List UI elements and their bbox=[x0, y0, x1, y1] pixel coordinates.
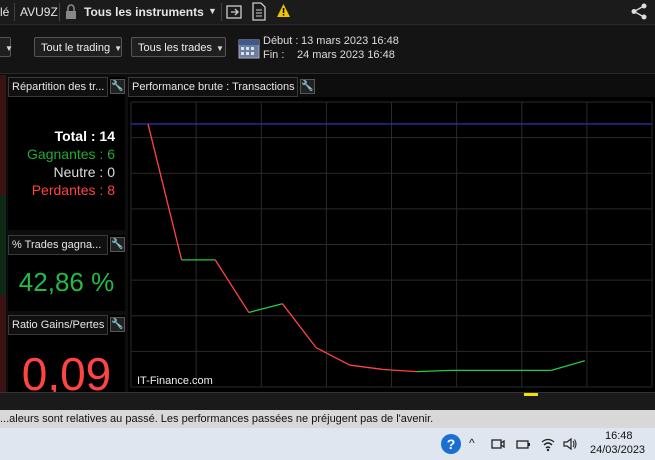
separator bbox=[14, 3, 15, 21]
collapsed-dropdown[interactable]: ▼ bbox=[0, 37, 13, 57]
loss-indicator bbox=[0, 75, 6, 195]
volume-icon[interactable] bbox=[562, 436, 578, 452]
trading-filter-dropdown[interactable]: Tout le trading ▼ bbox=[34, 37, 122, 57]
chevron-down-icon: ▼ bbox=[5, 44, 13, 53]
series-segment bbox=[214, 259, 250, 313]
total-trades: Total : 14 bbox=[54, 128, 115, 144]
top-toolbar: lé AVU9Z Tous les instruments ▼ bbox=[0, 0, 655, 25]
series-segment bbox=[349, 364, 384, 371]
chevron-down-icon: ▼ bbox=[215, 44, 224, 53]
separator bbox=[221, 3, 222, 21]
lock-icon[interactable] bbox=[65, 3, 77, 21]
series-segment bbox=[281, 303, 317, 348]
chevron-up-icon[interactable]: ^ bbox=[469, 436, 475, 450]
wrench-icon[interactable]: 🔧 bbox=[300, 79, 315, 94]
series-segment bbox=[416, 369, 451, 373]
svg-text:?: ? bbox=[447, 436, 456, 452]
end-date-value[interactable]: 24 mars 2023 16:48 bbox=[297, 49, 395, 61]
export-icon[interactable] bbox=[226, 3, 244, 20]
disclaimer-bar: ...aleurs sont relatives au passé. Les p… bbox=[0, 410, 655, 428]
panel-title: Ratio Gains/Pertes bbox=[8, 315, 108, 335]
loss-indicator bbox=[0, 295, 6, 392]
trades-filter-label: Tous les trades bbox=[138, 42, 212, 54]
share-icon[interactable] bbox=[630, 3, 648, 20]
warning-icon[interactable] bbox=[276, 3, 291, 18]
losing-trades: Perdantes : 8 bbox=[31, 182, 115, 198]
meet-now-icon[interactable] bbox=[490, 436, 506, 452]
help-icon[interactable]: ? bbox=[440, 433, 462, 455]
windows-taskbar: ? ^ 16:48 24/03/2023 bbox=[0, 428, 655, 460]
win-rate-value: 42,86 % bbox=[18, 267, 115, 297]
gain-indicator bbox=[0, 195, 6, 295]
performance-chart-svg bbox=[130, 101, 653, 388]
series-segment bbox=[383, 368, 417, 373]
win-rate-panel: % Trades gagna... 🔧 42,86 % bbox=[8, 235, 125, 311]
start-date-label: Début : bbox=[263, 35, 299, 47]
account-label[interactable]: AVU9Z bbox=[20, 5, 58, 19]
clock-time[interactable]: 16:48 bbox=[605, 430, 633, 442]
series-segment bbox=[147, 123, 183, 261]
ratio-value: 0,09 bbox=[21, 348, 112, 392]
performance-chart: IT-Finance.com bbox=[128, 97, 655, 392]
panel-title: % Trades gagna... bbox=[8, 235, 108, 255]
scroll-marker[interactable] bbox=[524, 393, 538, 396]
status-strip bbox=[0, 392, 655, 411]
disclaimer-text: ...aleurs sont relatives au passé. Les p… bbox=[0, 413, 434, 425]
account-fragment: lé bbox=[0, 5, 10, 19]
repartition-panel: Répartition des tr... 🔧 Total : 14 Gagna… bbox=[8, 77, 125, 230]
instruments-dropdown[interactable]: Tous les instruments ▼ bbox=[82, 2, 219, 21]
series-segment bbox=[315, 346, 350, 366]
wifi-icon[interactable] bbox=[540, 436, 556, 452]
clock-date[interactable]: 24/03/2023 bbox=[590, 444, 645, 456]
wrench-icon[interactable]: 🔧 bbox=[110, 317, 125, 332]
separator bbox=[59, 3, 60, 21]
instruments-label: Tous les instruments bbox=[84, 5, 204, 19]
document-icon[interactable] bbox=[251, 2, 267, 21]
watermark: IT-Finance.com bbox=[137, 375, 213, 387]
gain-loss-ratio-panel: Ratio Gains/Pertes 🔧 0,09 bbox=[8, 315, 125, 392]
battery-icon[interactable] bbox=[515, 436, 531, 452]
chevron-down-icon: ▼ bbox=[208, 6, 217, 16]
trading-filter-label: Tout le trading bbox=[41, 42, 111, 54]
neutral-trades: Neutre : 0 bbox=[53, 164, 115, 180]
trades-filter-dropdown[interactable]: Tous les trades ▼ bbox=[131, 37, 226, 57]
performance-panel-title: Performance brute : Transactions bbox=[128, 77, 298, 97]
winning-trades: Gagnantes : 6 bbox=[27, 146, 115, 162]
series-segment bbox=[248, 303, 283, 314]
left-edge-panel bbox=[0, 75, 6, 392]
end-date-label: Fin : bbox=[263, 49, 285, 61]
wrench-icon[interactable]: 🔧 bbox=[110, 79, 125, 94]
calendar-icon[interactable] bbox=[238, 37, 260, 59]
filter-bar: ▼ Tout le trading ▼ Tous les trades ▼ Débu… bbox=[0, 25, 655, 74]
chevron-down-icon: ▼ bbox=[114, 44, 123, 53]
series-segment bbox=[551, 360, 585, 371]
panel-title: Répartition des tr... bbox=[8, 77, 108, 97]
start-date-value[interactable]: 13 mars 2023 16:48 bbox=[301, 35, 399, 47]
wrench-icon[interactable]: 🔧 bbox=[110, 237, 125, 252]
